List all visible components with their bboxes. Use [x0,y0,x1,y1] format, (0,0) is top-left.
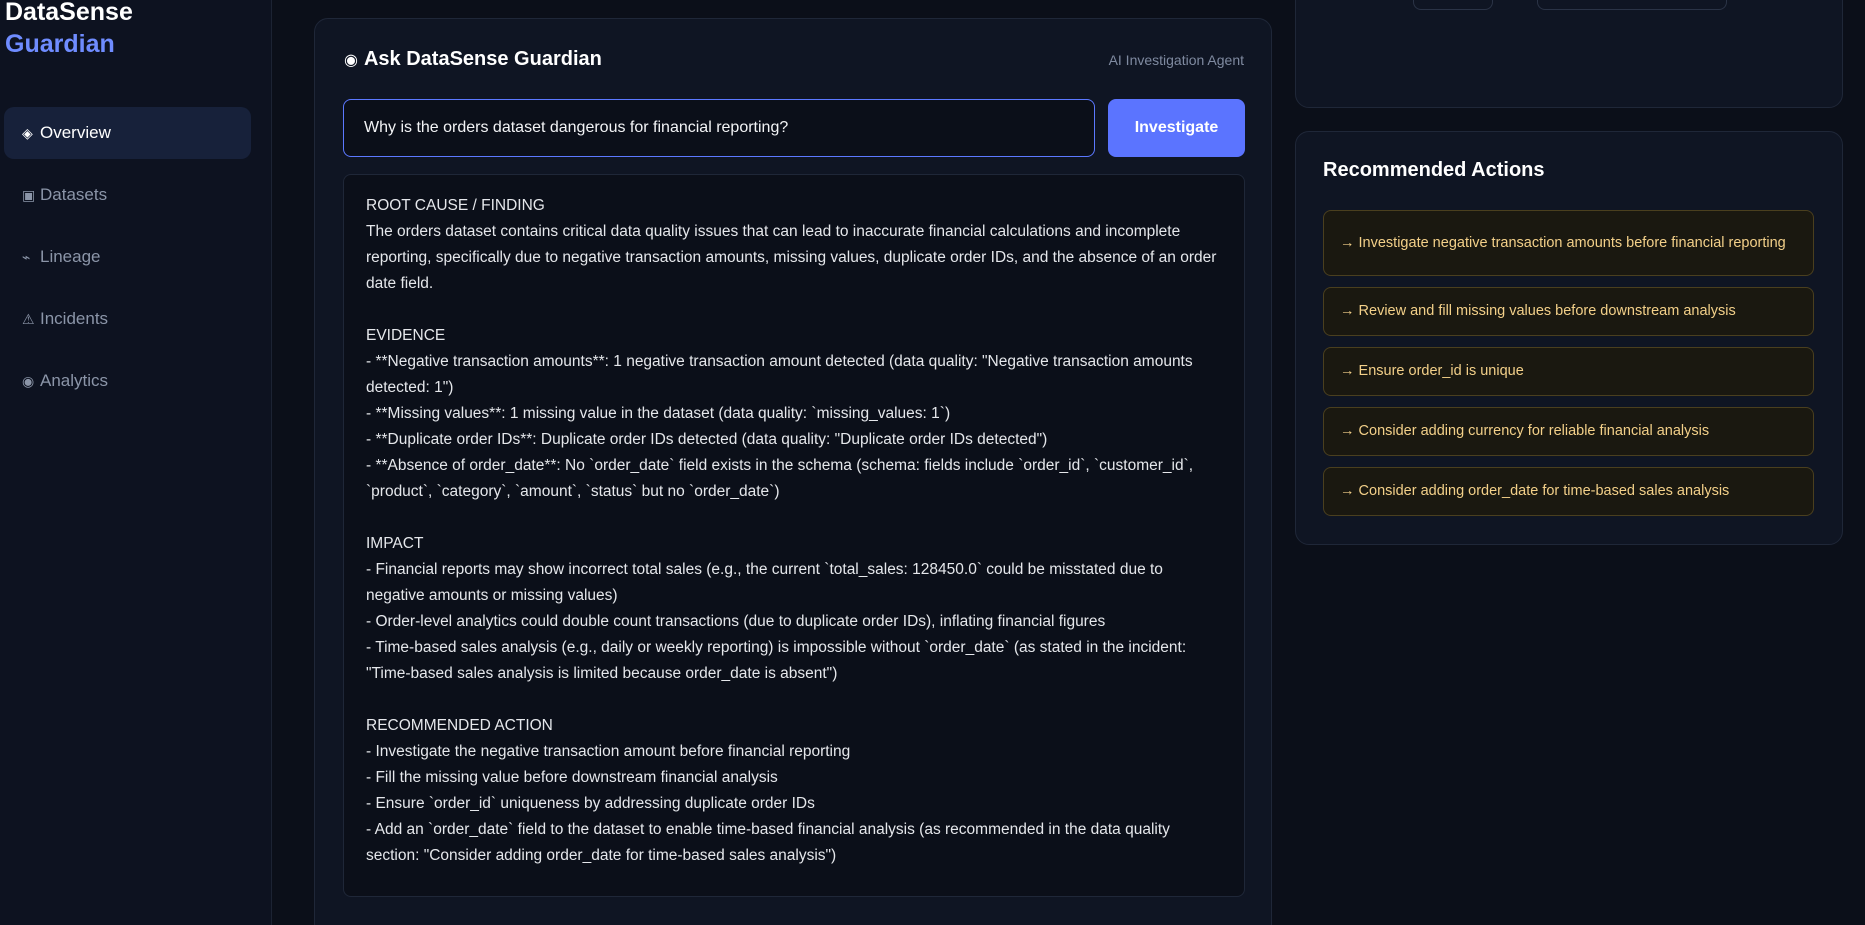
action-item[interactable]: → Ensure order_id is unique [1323,347,1814,396]
brand-name: DataSense [5,0,133,26]
result-impact: IMPACT - Financial reports may show inco… [366,535,1187,682]
sidebar-item-label: Overview [40,123,111,142]
sidebar-item-lineage[interactable]: ⌁ Lineage [4,231,251,283]
result-evidence: EVIDENCE - **Negative transaction amount… [366,327,1194,500]
sidebar-item-label: Lineage [40,247,101,266]
question-input[interactable] [343,99,1095,157]
square-icon: ▣ [22,186,36,203]
action-item[interactable]: → Consider adding order_date for time-ba… [1323,467,1814,516]
summary-control[interactable] [1413,0,1493,10]
ask-guardian-card: ◉ Ask DataSense Guardian AI Investigatio… [314,18,1272,925]
sidebar-item-label: Incidents [40,309,109,328]
radio-icon: ◉ [344,51,358,69]
action-item[interactable]: → Investigate negative transaction amoun… [1323,210,1814,276]
investigate-button[interactable]: Investigate [1108,99,1245,157]
sidebar-item-overview[interactable]: ◈ Overview [4,107,251,159]
sidebar-item-datasets[interactable]: ▣ Datasets [4,169,251,221]
sidebar-item-analytics[interactable]: ◉ Analytics [4,355,251,407]
section-gap [366,297,1222,323]
diamond-icon: ◈ [22,124,33,141]
sidebar-item-label: Analytics [40,371,109,390]
card-title: ◉ Ask DataSense Guardian [344,48,602,71]
summary-card [1295,0,1843,108]
sidebar-item-label: Datasets [40,185,108,204]
sidebar: DataSense Guardian ◈ Overview ▣ Datasets… [0,0,272,925]
card-subtitle: AI Investigation Agent [1108,52,1244,68]
brand-logo: DataSense Guardian [5,0,133,60]
warning-icon: ⚠ [22,310,35,327]
sidebar-item-incidents[interactable]: ⚠ Incidents [4,293,251,345]
result-recommended-action: RECOMMENDED ACTION - Investigate the neg… [366,717,1170,864]
action-item[interactable]: → Consider adding currency for reliable … [1323,407,1814,456]
result-root-cause: ROOT CAUSE / FINDING The orders dataset … [366,197,1217,292]
section-gap [366,687,1222,713]
section-gap [366,505,1222,531]
brand-name-accent: Guardian [5,30,115,58]
target-icon: ◉ [22,372,35,389]
sidebar-nav: ◈ Overview ▣ Datasets ⌁ Lineage ⚠ Incide… [4,107,251,417]
actions-list: → Investigate negative transaction amoun… [1323,210,1814,527]
summary-control-wide[interactable] [1537,0,1727,10]
app-root: DataSense Guardian ◈ Overview ▣ Datasets… [0,0,1865,925]
card-title-text: Ask DataSense Guardian [363,48,602,70]
lineage-icon: ⌁ [22,248,31,265]
action-item[interactable]: → Review and fill missing values before … [1323,287,1814,336]
recommended-actions-card: Recommended Actions → Investigate negati… [1295,131,1843,545]
investigation-result: ROOT CAUSE / FINDING The orders dataset … [343,174,1245,897]
actions-title: Recommended Actions [1323,159,1545,181]
